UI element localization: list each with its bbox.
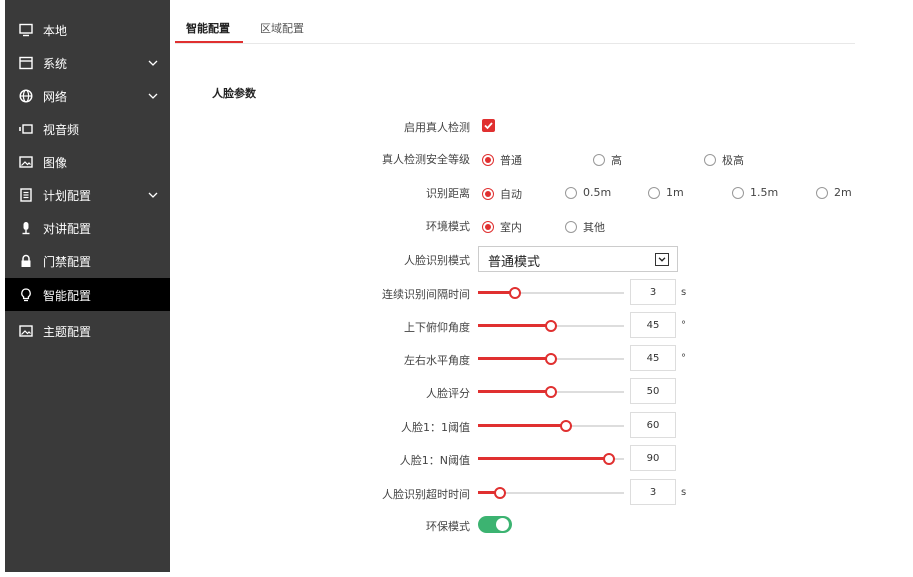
sidebar-item-label: 视音频 [43,123,80,137]
chevron-down-icon [148,192,158,198]
yaw-angle-slider[interactable] [478,353,624,365]
video-icon [19,124,33,134]
yaw-angle-unit: ° [681,353,686,364]
image-icon [19,156,33,168]
chevron-down-icon [655,253,669,266]
recognition-timeout-unit: s [681,487,687,498]
security-level-label: 真人检测安全等级 [382,153,470,166]
sidebar-item-label: 网络 [43,90,68,104]
threshold-1-1-slider[interactable] [478,420,624,432]
chevron-down-icon [148,93,158,99]
threshold-1-1-label: 人脸1：1阈值 [401,421,470,434]
sidebar-item-local[interactable]: 本地 [5,13,170,46]
yaw-angle-input[interactable] [630,345,676,371]
section-title: 人脸参数 [212,87,256,100]
schedule-icon [20,188,32,202]
microphone-icon [22,222,30,235]
environment-label: 环境模式 [426,220,470,233]
eco-mode-label: 环保模式 [426,520,470,533]
toggle-knob [496,518,509,531]
sidebar-item-label: 门禁配置 [43,255,92,269]
sidebar-item-access-control[interactable]: 门禁配置 [5,244,170,277]
continuous-interval-unit: s [681,287,687,298]
face-score-label: 人脸评分 [426,387,470,400]
sidebar: 本地 系统 网络 视音频 图像 计划配置 对讲配置 门禁配置 智能配置 主题配置 [5,0,170,572]
slider-thumb[interactable] [545,353,557,365]
lightbulb-icon [21,288,31,302]
sidebar-item-label: 对讲配置 [43,222,92,236]
monitor-icon [19,23,33,37]
slider-fill [478,324,551,327]
slider-thumb[interactable] [603,453,616,465]
sidebar-item-smart-config[interactable]: 智能配置 [5,278,170,311]
face-score-slider[interactable] [478,386,624,398]
yaw-angle-label: 左右水平角度 [404,354,470,367]
sidebar-item-image[interactable]: 图像 [5,145,170,178]
security-level-radio-very-high[interactable]: 极高 [704,152,744,168]
sidebar-item-system[interactable]: 系统 [5,46,170,79]
slider-fill [478,457,610,460]
lock-icon [21,254,31,267]
distance-radio-auto[interactable]: 自动 [482,186,522,202]
sidebar-item-theme[interactable]: 主题配置 [5,314,170,347]
continuous-interval-label: 连续识别间隔时间 [382,288,470,301]
security-level-radio-normal[interactable]: 普通 [482,152,522,168]
threshold-1-n-slider[interactable] [478,453,624,465]
liveness-label: 启用真人检测 [404,121,470,134]
tab-divider [175,43,855,44]
liveness-checkbox[interactable] [482,119,495,132]
slider-thumb[interactable] [545,320,557,332]
face-score-input[interactable] [630,378,676,404]
slider-thumb[interactable] [545,386,557,398]
security-level-radio-high[interactable]: 高 [593,152,622,168]
face-mode-select[interactable]: 普通模式 [478,246,678,272]
pitch-angle-unit: ° [681,320,686,331]
globe-icon [19,89,33,103]
recognition-timeout-label: 人脸识别超时时间 [382,488,470,501]
slider-thumb[interactable] [508,287,521,299]
sidebar-item-label: 系统 [43,57,68,71]
face-mode-label: 人脸识别模式 [404,254,470,267]
threshold-1-n-input[interactable] [630,445,676,471]
sidebar-item-label: 本地 [43,24,68,38]
slider-fill [478,390,551,393]
recognition-timeout-slider[interactable] [478,487,624,499]
distance-label: 识别距离 [426,187,470,200]
slider-fill [478,424,566,427]
sidebar-item-intercom[interactable]: 对讲配置 [5,211,170,244]
sidebar-item-label: 计划配置 [43,189,92,203]
distance-radio-2m[interactable]: 2m [816,186,852,199]
threshold-1-1-input[interactable] [630,412,676,438]
sidebar-item-network[interactable]: 网络 [5,79,170,112]
checkmark-icon [484,122,493,130]
chevron-down-icon [148,60,158,66]
sidebar-item-video-audio[interactable]: 视音频 [5,112,170,145]
tab-active-indicator [175,41,243,43]
recognition-timeout-input[interactable] [630,479,676,505]
sidebar-item-label: 智能配置 [43,289,92,303]
tab-area-config[interactable]: 区域配置 [260,20,304,36]
slider-thumb[interactable] [559,420,572,432]
pitch-angle-input[interactable] [630,312,676,338]
distance-radio-1m[interactable]: 1m [648,186,684,199]
continuous-interval-slider[interactable] [478,287,624,299]
continuous-interval-input[interactable] [630,279,676,305]
window-icon [19,56,33,70]
pitch-angle-label: 上下俯仰角度 [404,321,470,334]
slider-fill [478,357,551,360]
sidebar-item-schedule[interactable]: 计划配置 [5,178,170,211]
distance-radio-0-5m[interactable]: 0.5m [565,186,611,199]
pitch-angle-slider[interactable] [478,320,624,332]
tab-smart-config[interactable]: 智能配置 [186,20,230,36]
slider-thumb[interactable] [493,487,506,499]
eco-mode-toggle[interactable] [478,516,512,533]
face-mode-value: 普通模式 [488,255,541,270]
distance-radio-1-5m[interactable]: 1.5m [732,186,778,199]
threshold-1-n-label: 人脸1：N阈值 [399,454,470,467]
environment-radio-indoor[interactable]: 室内 [482,219,522,235]
theme-icon [19,325,33,337]
sidebar-item-label: 图像 [43,156,68,170]
sidebar-item-label: 主题配置 [43,325,92,339]
environment-radio-other[interactable]: 其他 [565,219,605,235]
